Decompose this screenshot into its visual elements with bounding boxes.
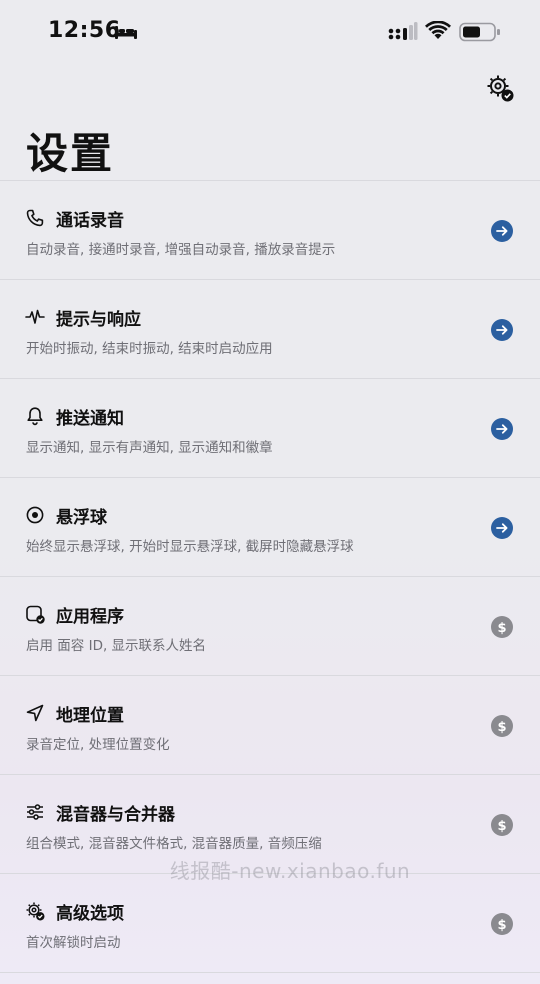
dollar-icon[interactable]: $ xyxy=(491,715,513,737)
pulse-icon xyxy=(25,309,45,324)
item-title: 高级选项 xyxy=(56,904,124,924)
arrow-right-icon[interactable] xyxy=(491,319,513,341)
sliders-icon xyxy=(27,804,43,820)
arrow-right-icon[interactable] xyxy=(491,517,513,539)
arrow-right-icon[interactable] xyxy=(491,418,513,440)
item-title: 提示与响应 xyxy=(56,310,141,330)
wifi-icon xyxy=(425,21,451,39)
location-arrow-icon xyxy=(26,704,44,722)
settings-item-notifications[interactable]: 推送通知 显示通知, 显示有声通知, 显示通知和徽章 xyxy=(0,378,540,477)
item-title: 混音器与合并器 xyxy=(56,805,175,825)
settings-item-call-recording[interactable]: 通话录音 自动录音, 接通时录音, 增强自动录音, 播放录音提示 xyxy=(0,180,540,279)
page-title: 设置 xyxy=(26,129,115,178)
item-title: 地理位置 xyxy=(56,706,124,726)
phone-icon xyxy=(26,209,44,227)
arrow-right-icon[interactable] xyxy=(491,220,513,242)
item-subtitle: 组合模式, 混音器文件格式, 混音器质量, 音频压缩 xyxy=(26,836,322,852)
item-title: 悬浮球 xyxy=(56,508,107,528)
item-title: 应用程序 xyxy=(56,607,124,627)
svg-text:$: $ xyxy=(497,918,506,933)
dollar-icon[interactable]: $ xyxy=(491,616,513,638)
watermark: 线报酷-new.xianbao.fun xyxy=(169,859,411,883)
settings-item-location[interactable]: 地理位置 录音定位, 处理位置变化 $ xyxy=(0,675,540,774)
svg-text:$: $ xyxy=(497,819,506,834)
battery-icon xyxy=(459,22,500,42)
app-check-icon xyxy=(26,605,45,624)
item-subtitle: 首次解锁时启动 xyxy=(26,935,121,951)
item-subtitle: 显示通知, 显示有声通知, 显示通知和徽章 xyxy=(26,440,273,456)
item-subtitle: 自动录音, 接通时录音, 增强自动录音, 播放录音提示 xyxy=(26,242,336,258)
svg-text:$: $ xyxy=(497,720,506,735)
gear-check-icon[interactable] xyxy=(485,73,515,103)
dollar-icon[interactable]: $ xyxy=(491,913,513,935)
status-time: 12:56 xyxy=(48,18,121,43)
item-subtitle: 始终显示悬浮球, 开始时显示悬浮球, 截屏时隐藏悬浮球 xyxy=(26,539,354,555)
item-subtitle: 启用 面容 ID, 显示联系人姓名 xyxy=(26,638,207,654)
settings-item-prompts[interactable]: 提示与响应 开始时振动, 结束时振动, 结束时启动应用 xyxy=(0,279,540,378)
settings-item-advanced[interactable]: 高级选项 首次解锁时启动 $ xyxy=(0,873,540,973)
floating-ball-icon xyxy=(26,506,44,524)
item-subtitle: 录音定位, 处理位置变化 xyxy=(26,737,170,753)
bell-icon xyxy=(27,407,43,426)
gear-check-icon xyxy=(26,902,45,921)
item-title: 通话录音 xyxy=(56,211,124,231)
status-bar: 12:56 xyxy=(0,0,540,64)
cellular-signal-icon xyxy=(388,22,418,40)
svg-text:$: $ xyxy=(497,621,506,636)
item-title: 推送通知 xyxy=(56,409,124,429)
settings-item-application[interactable]: 应用程序 启用 面容 ID, 显示联系人姓名 $ xyxy=(0,576,540,675)
item-subtitle: 开始时振动, 结束时振动, 结束时启动应用 xyxy=(26,341,273,357)
bed-icon xyxy=(115,26,137,39)
settings-item-floating-ball[interactable]: 悬浮球 始终显示悬浮球, 开始时显示悬浮球, 截屏时隐藏悬浮球 xyxy=(0,477,540,576)
dollar-icon[interactable]: $ xyxy=(491,814,513,836)
